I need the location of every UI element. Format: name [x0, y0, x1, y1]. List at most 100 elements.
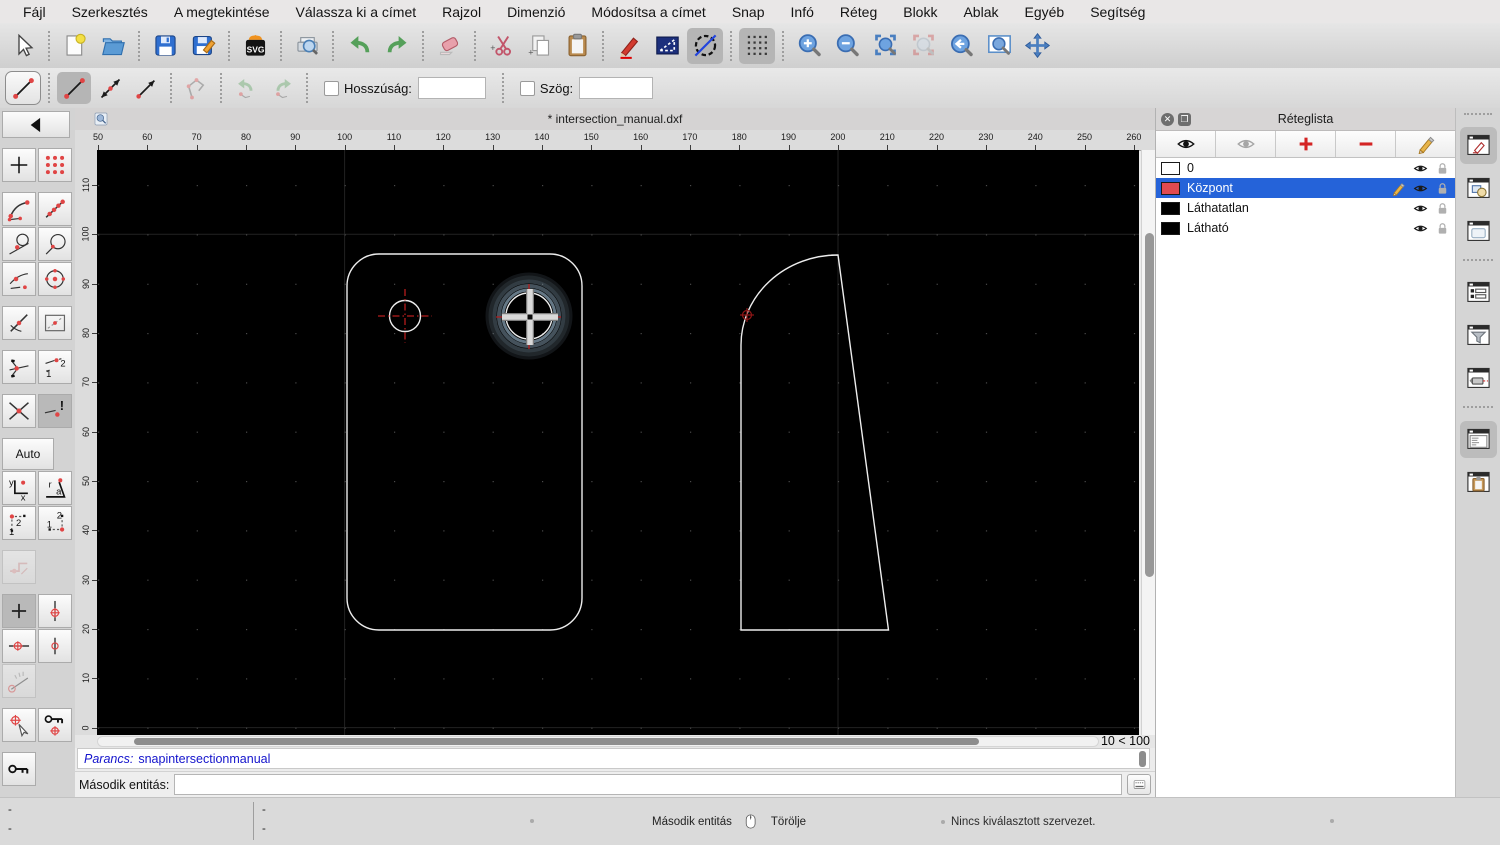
- layer-lock-icon[interactable]: [1435, 201, 1450, 216]
- close-panel-button[interactable]: ✕: [1161, 112, 1174, 126]
- construction-mode-button[interactable]: [687, 27, 723, 64]
- redo-segment-button[interactable]: [265, 72, 299, 104]
- angle-checkbox[interactable]: [519, 80, 535, 96]
- length-checkbox[interactable]: [324, 80, 339, 96]
- auto-snap-button[interactable]: Auto: [2, 438, 54, 470]
- layer-visibility-eye-icon[interactable]: [1413, 181, 1428, 196]
- dock-drag-handle[interactable]: [1464, 113, 1492, 120]
- menu-item[interactable]: Ablak: [950, 4, 1011, 20]
- coordinate-cartesian-button[interactable]: yx: [2, 471, 36, 505]
- remove-layer-button[interactable]: [1336, 131, 1396, 157]
- layer-row[interactable]: Központ: [1156, 178, 1455, 198]
- restrict-nothing-active-button[interactable]: [2, 594, 36, 628]
- snap-center-button[interactable]: [38, 262, 72, 296]
- snap-free-button[interactable]: [2, 148, 36, 182]
- snap-distance-button[interactable]: [2, 262, 36, 296]
- menu-item[interactable]: A megtekintése: [161, 4, 283, 20]
- undo-button[interactable]: [341, 28, 377, 64]
- menu-item[interactable]: Fájl: [10, 4, 59, 20]
- zoom-out-button[interactable]: [829, 28, 865, 64]
- restrict-orthogonal-button[interactable]: [38, 629, 72, 663]
- restrict-snap-button[interactable]: [38, 306, 72, 340]
- zoom-previous-button[interactable]: [943, 28, 979, 64]
- menu-item[interactable]: Blokk: [890, 4, 950, 20]
- dock-clipboard-button[interactable]: [1460, 464, 1497, 501]
- save-as-button[interactable]: [185, 28, 221, 64]
- menu-item[interactable]: Segítség: [1077, 4, 1158, 20]
- snap-grid-button[interactable]: [38, 148, 72, 182]
- layer-lock-icon[interactable]: [1435, 181, 1450, 196]
- menu-item[interactable]: Módosítsa a címet: [578, 4, 718, 20]
- layer-visibility-eye-icon[interactable]: [1413, 201, 1428, 216]
- menu-item[interactable]: Szerkesztés: [59, 4, 161, 20]
- zoom-in-button[interactable]: [791, 28, 827, 64]
- layer-visibility-eye-icon[interactable]: [1413, 161, 1428, 176]
- select-reference-point-button[interactable]: [2, 708, 36, 742]
- zoom-window-button[interactable]: [981, 28, 1017, 64]
- undo-segment-button[interactable]: [229, 72, 263, 104]
- hide-all-layers-button[interactable]: [1216, 131, 1276, 157]
- layer-visibility-eye-icon[interactable]: [1413, 221, 1428, 236]
- layer-row[interactable]: Láthatatlan: [1156, 198, 1455, 218]
- add-layer-button[interactable]: [1276, 131, 1336, 157]
- draft-mode-button[interactable]: [649, 28, 685, 64]
- redo-button[interactable]: [379, 28, 415, 64]
- menu-item[interactable]: Dimenzió: [494, 4, 578, 20]
- snap-tangent-button[interactable]: [2, 227, 36, 261]
- menu-item[interactable]: Rajzol: [429, 4, 494, 20]
- back-button[interactable]: [2, 111, 70, 138]
- horizontal-scrollbar[interactable]: [97, 736, 1099, 747]
- relative-point-1-button[interactable]: 21: [2, 506, 36, 540]
- cut-button[interactable]: +: [483, 28, 519, 64]
- edit-layer-button[interactable]: [1396, 131, 1455, 157]
- restrict-horizontal-button[interactable]: [2, 629, 36, 663]
- menu-item[interactable]: Réteg: [827, 4, 890, 20]
- snap-perpendicular-button[interactable]: [38, 227, 72, 261]
- menu-item[interactable]: Egyéb: [1012, 4, 1078, 20]
- dock-layer-list-button[interactable]: [1459, 127, 1497, 164]
- drawing-window-titlebar[interactable]: * intersection_manual.dxf: [75, 108, 1155, 131]
- layer-lock-icon[interactable]: [1435, 161, 1450, 176]
- lock-relative-zero-button[interactable]: [38, 708, 72, 742]
- zoom-auto-button[interactable]: [867, 28, 903, 64]
- delete-button[interactable]: [431, 28, 467, 64]
- layer-edit-pencil-icon[interactable]: [1391, 181, 1406, 196]
- open-file-button[interactable]: [95, 28, 131, 64]
- coordinate-polar-button[interactable]: ra: [38, 471, 72, 505]
- horizontal-scrollbar-thumb[interactable]: [134, 738, 979, 745]
- new-file-button[interactable]: [57, 28, 93, 64]
- line-two-arrows-button[interactable]: [93, 72, 127, 104]
- copy-button[interactable]: +: [521, 28, 557, 64]
- snap-intersection-manual-button[interactable]: !: [38, 394, 72, 428]
- zoom-pan-button[interactable]: [1019, 28, 1055, 64]
- zoom-selected-button[interactable]: [905, 28, 941, 64]
- drawing-canvas[interactable]: [97, 150, 1139, 735]
- menu-item[interactable]: Válassza ki a címet: [283, 4, 430, 20]
- snap-intersection-button[interactable]: [2, 394, 36, 428]
- current-tool-line[interactable]: [5, 71, 41, 105]
- print-preview-button[interactable]: [289, 28, 325, 64]
- svg-export-button[interactable]: SVG: [237, 28, 273, 64]
- snap-intersection-two-entities-button[interactable]: 21: [38, 350, 72, 384]
- snap-endpoint-button[interactable]: [2, 192, 36, 226]
- line-segment-button[interactable]: [57, 72, 91, 104]
- relative-zero-lock-button[interactable]: [2, 752, 36, 786]
- vertical-scrollbar-thumb[interactable]: [1144, 233, 1154, 577]
- layer-lock-icon[interactable]: [1435, 221, 1450, 236]
- menu-item[interactable]: Infó: [778, 4, 827, 20]
- layer-row[interactable]: 0: [1156, 158, 1455, 178]
- layer-row[interactable]: Látható: [1156, 218, 1455, 238]
- angle-input[interactable]: [579, 77, 654, 99]
- float-panel-button[interactable]: ❐: [1178, 112, 1191, 126]
- line-one-arrow-button[interactable]: [129, 72, 163, 104]
- pen-attributes-button[interactable]: [611, 28, 647, 64]
- dock-entity-list-button[interactable]: [1460, 274, 1497, 311]
- dock-command-line-button[interactable]: [1459, 421, 1497, 458]
- snap-middle-button[interactable]: [2, 306, 36, 340]
- vertical-scrollbar[interactable]: [1141, 150, 1156, 735]
- dock-pen-palette-button[interactable]: [1460, 360, 1497, 397]
- pointer-tool-button[interactable]: [5, 28, 41, 64]
- snap-on-entity-button[interactable]: [38, 192, 72, 226]
- length-input[interactable]: [417, 77, 486, 99]
- dock-library-browser-button[interactable]: [1460, 213, 1497, 250]
